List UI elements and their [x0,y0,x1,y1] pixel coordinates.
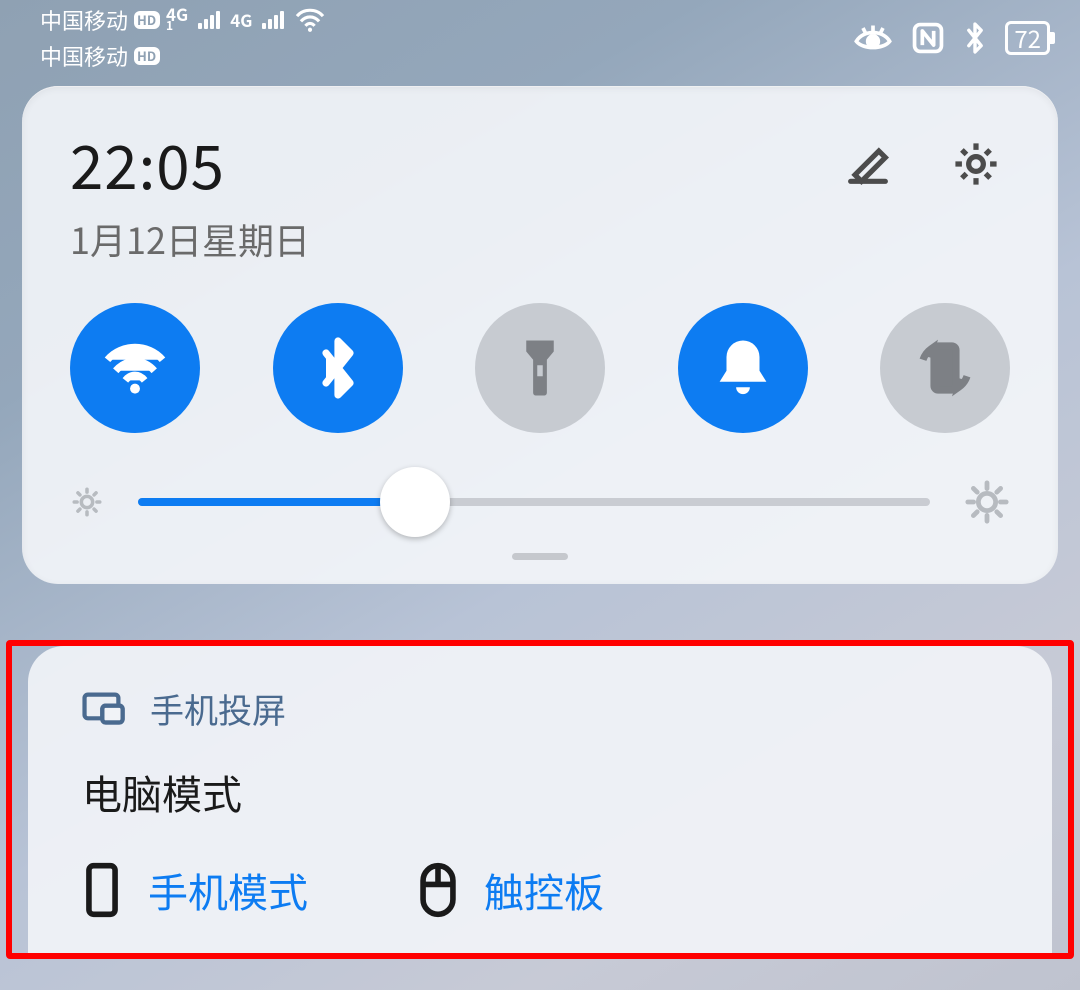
eye-comfort-icon [853,23,893,53]
quick-settings-panel: 22:05 1月12日星期日 [22,86,1058,584]
status-bar: 中国移动 4G1 4G 中国移动 72 [0,0,1080,70]
hd-badge-2 [134,47,160,65]
signal-bars-1 [198,11,220,29]
carrier-row-1: 中国移动 4G1 4G [40,4,326,36]
auto-rotate-toggle[interactable] [880,303,1010,433]
settings-button[interactable] [950,138,1002,195]
brightness-slider[interactable] [138,498,930,506]
projection-actions: 手机模式 触控板 [82,861,998,919]
projection-card: 手机投屏 电脑模式 手机模式 触控板 [28,646,1052,953]
phone-mode-button[interactable]: 手机模式 [82,861,308,919]
panel-drag-handle[interactable] [512,553,568,560]
bell-icon [710,335,776,401]
edit-tiles-button[interactable] [842,138,894,195]
network-2: 4G [230,13,252,27]
phone-mode-label: 手机模式 [148,861,308,919]
bluetooth-toggle[interactable] [273,303,403,433]
mouse-icon [418,862,458,918]
brightness-thumb[interactable] [380,467,450,537]
auto-rotate-icon [912,335,978,401]
brightness-slider-row [70,479,1010,525]
carrier-1-label: 中国移动 [40,4,128,36]
status-right: 72 [853,21,1050,55]
projection-title-row[interactable]: 手机投屏 [82,684,998,733]
hd-badge-1 [134,11,160,29]
clock-date: 1月12日星期日 [70,213,310,265]
nfc-icon [911,21,945,55]
network-1: 4G1 [166,7,188,33]
wifi-toggle[interactable] [70,303,200,433]
highlight-box: 手机投屏 电脑模式 手机模式 触控板 [6,640,1074,959]
touchpad-label: 触控板 [484,861,604,919]
flashlight-toggle[interactable] [475,303,605,433]
projection-title: 手机投屏 [150,684,286,733]
cast-icon [82,691,126,727]
phone-icon [82,862,122,918]
bluetooth-status-icon [963,21,987,55]
wifi-icon [102,335,168,401]
brightness-high-icon [964,479,1010,525]
brightness-low-icon [70,485,104,519]
brightness-fill [138,498,415,506]
flashlight-icon [507,335,573,401]
sound-toggle[interactable] [678,303,808,433]
pencil-icon [842,138,894,190]
quick-toggles-row [70,303,1010,433]
battery-indicator: 72 [1005,21,1050,55]
gear-icon [950,138,1002,190]
touchpad-button[interactable]: 触控板 [418,861,604,919]
carrier-row-2: 中国移动 [40,40,326,72]
status-left: 中国移动 4G1 4G 中国移动 [40,4,326,72]
datetime-block[interactable]: 22:05 1月12日星期日 [70,120,310,265]
bluetooth-icon [305,335,371,401]
signal-bars-2 [262,11,284,29]
clock-time: 22:05 [70,120,310,207]
carrier-2-label: 中国移动 [40,40,128,72]
wifi-status-icon [294,7,326,33]
projection-mode-label: 电脑模式 [82,763,998,821]
